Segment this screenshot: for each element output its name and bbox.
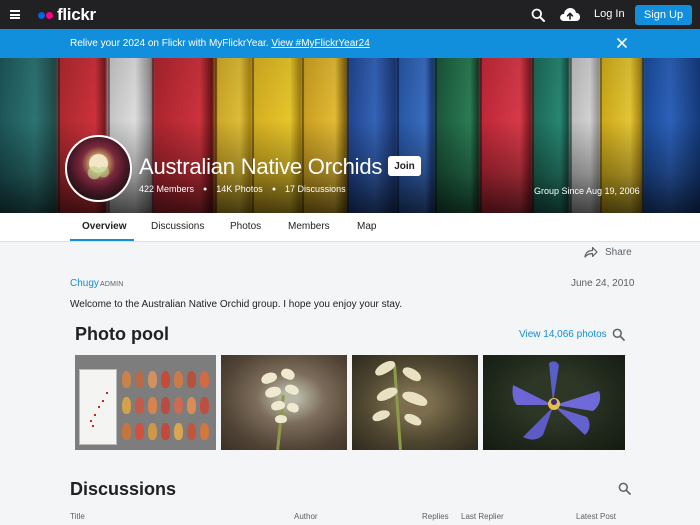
signup-button[interactable]: Sign Up	[635, 5, 692, 25]
share-label: Share	[605, 246, 632, 258]
share-icon	[584, 246, 598, 258]
banner-message: Relive your 2024 on Flickr with MyFlickr…	[70, 38, 370, 49]
group-since: Group Since Aug 19, 2006	[534, 186, 640, 196]
tab-discussions[interactable]: Discussions	[151, 221, 204, 232]
tab-map[interactable]: Map	[357, 221, 376, 232]
column-header-replies[interactable]: Replies	[422, 512, 449, 521]
photo-count: 14K Photos	[216, 184, 263, 194]
join-button[interactable]: Join	[388, 156, 421, 176]
post-date: June 24, 2010	[571, 278, 635, 289]
menu-icon[interactable]	[10, 10, 20, 19]
search-icon[interactable]	[618, 482, 631, 495]
active-tab-indicator	[70, 239, 134, 241]
admin-badge: ADMIN	[100, 281, 124, 288]
view-all-photos-link[interactable]: View 14,066 photos	[519, 329, 607, 340]
tab-overview[interactable]: Overview	[82, 221, 126, 232]
thumbnail-sun-orchid	[512, 361, 601, 440]
search-icon[interactable]	[612, 328, 625, 341]
post-author[interactable]: Chugy	[70, 278, 99, 289]
photo-thumbnail[interactable]	[352, 355, 478, 450]
top-nav: flickr Log In Sign Up	[0, 0, 700, 29]
welcome-message: Welcome to the Australian Native Orchid …	[70, 299, 403, 310]
photo-thumbnail[interactable]	[75, 355, 216, 450]
group-title: Australian Native Orchids	[139, 154, 383, 179]
login-link[interactable]: Log In	[594, 8, 625, 20]
photo-thumbnail[interactable]	[483, 355, 625, 450]
tab-photos[interactable]: Photos	[230, 221, 261, 232]
banner-link[interactable]: View #MyFlickrYear24	[271, 38, 369, 49]
announcement-banner: Relive your 2024 on Flickr with MyFlickr…	[0, 29, 700, 58]
group-tabs: Overview Discussions Photos Members Map	[0, 213, 700, 242]
discussion-count: 17 Discussions	[285, 184, 346, 194]
column-header-latest-post[interactable]: Latest Post	[576, 512, 616, 521]
member-count: 422 Members	[139, 184, 195, 194]
logo-blue-dot	[38, 11, 45, 19]
group-stats: 422 Members ● 14K Photos ● 17 Discussion…	[139, 184, 346, 194]
column-header-title[interactable]: Title	[70, 512, 85, 521]
discussions-title: Discussions	[70, 479, 177, 499]
stat-separator: ●	[203, 185, 208, 193]
photo-pool-title: Photo pool	[75, 324, 169, 344]
group-avatar[interactable]	[65, 135, 132, 202]
tab-members[interactable]: Members	[288, 221, 330, 232]
flickr-logo[interactable]: flickr	[38, 4, 96, 26]
logo-text: flickr	[57, 5, 96, 24]
search-icon[interactable]	[531, 8, 545, 22]
column-header-last-replier[interactable]: Last Replier	[461, 512, 504, 521]
close-icon[interactable]	[616, 37, 628, 49]
photo-thumbnail[interactable]	[221, 355, 347, 450]
banner-text: Relive your 2024 on Flickr with MyFlickr…	[70, 38, 269, 49]
share-button[interactable]: Share	[584, 246, 632, 258]
stat-separator: ●	[271, 185, 277, 193]
thumbnail-chart-figure	[79, 369, 117, 445]
column-header-author[interactable]: Author	[294, 512, 318, 521]
upload-cloud-icon[interactable]	[559, 6, 581, 23]
logo-pink-dot	[46, 11, 53, 19]
